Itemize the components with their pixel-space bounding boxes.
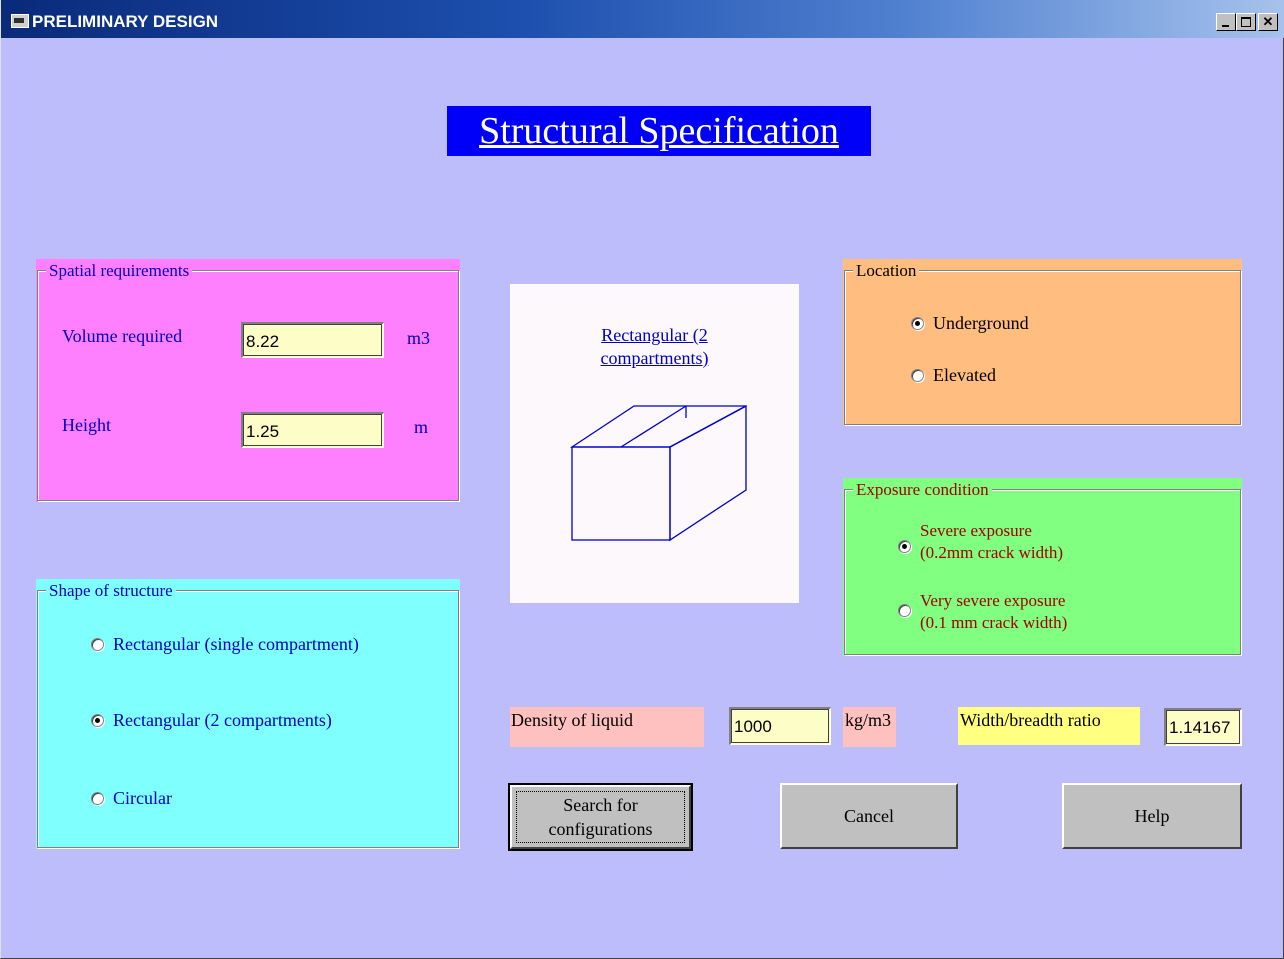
shape-preview-panel: Rectangular (2 compartments)	[510, 284, 799, 603]
volume-unit: m3	[407, 328, 431, 348]
density-unit: kg/m3	[843, 707, 896, 747]
ratio-label: Width/breadth ratio	[958, 707, 1140, 745]
radio-selected-icon[interactable]	[91, 714, 104, 727]
radio-icon[interactable]	[911, 369, 924, 382]
spatial-requirements-legend: Spatial requirements	[46, 261, 193, 280]
two-compartment-box-icon	[569, 404, 747, 542]
shape-of-structure-group: Shape of structure Rectangular (single c…	[36, 579, 460, 849]
spatial-requirements-group: Spatial requirements Volume required 8.2…	[36, 259, 460, 502]
location-group: Location Underground Elevated	[843, 259, 1242, 426]
minimize-button[interactable]	[1216, 13, 1236, 31]
help-button[interactable]: Help	[1062, 783, 1242, 849]
density-input[interactable]: 1000	[729, 707, 831, 745]
title-bar[interactable]: PRELIMINARY DESIGN ✕	[1, 0, 1284, 38]
cancel-button[interactable]: Cancel	[780, 783, 958, 849]
density-label: Density of liquid	[510, 707, 704, 747]
shape-of-structure-legend: Shape of structure	[46, 581, 176, 600]
location-legend: Location	[853, 261, 920, 280]
height-unit: m	[414, 417, 429, 437]
volume-label: Volume required	[62, 326, 183, 346]
height-input[interactable]: 1.25	[241, 412, 384, 448]
close-button[interactable]: ✕	[1258, 13, 1278, 31]
window-title: PRELIMINARY DESIGN	[32, 12, 219, 31]
page-title: Structural Specification	[447, 106, 871, 156]
volume-input[interactable]: 8.22	[241, 322, 384, 358]
exposure-condition-group: Exposure condition Severe exposure (0.2m…	[843, 478, 1242, 656]
radio-icon[interactable]	[898, 604, 911, 617]
close-icon: ✕	[1262, 14, 1274, 29]
radio-selected-icon[interactable]	[898, 540, 911, 553]
app-icon[interactable]	[11, 14, 29, 28]
radio-icon[interactable]	[91, 792, 104, 805]
app-window: PRELIMINARY DESIGN ✕ Structural Specific…	[0, 0, 1284, 959]
height-label: Height	[62, 415, 111, 435]
search-configurations-button[interactable]: Search for configurations	[508, 783, 693, 851]
maximize-button[interactable]	[1236, 13, 1256, 31]
radio-icon[interactable]	[91, 638, 104, 651]
radio-selected-icon[interactable]	[911, 317, 924, 330]
ratio-input[interactable]: 1.14167	[1164, 708, 1242, 746]
exposure-condition-legend: Exposure condition	[853, 480, 992, 499]
